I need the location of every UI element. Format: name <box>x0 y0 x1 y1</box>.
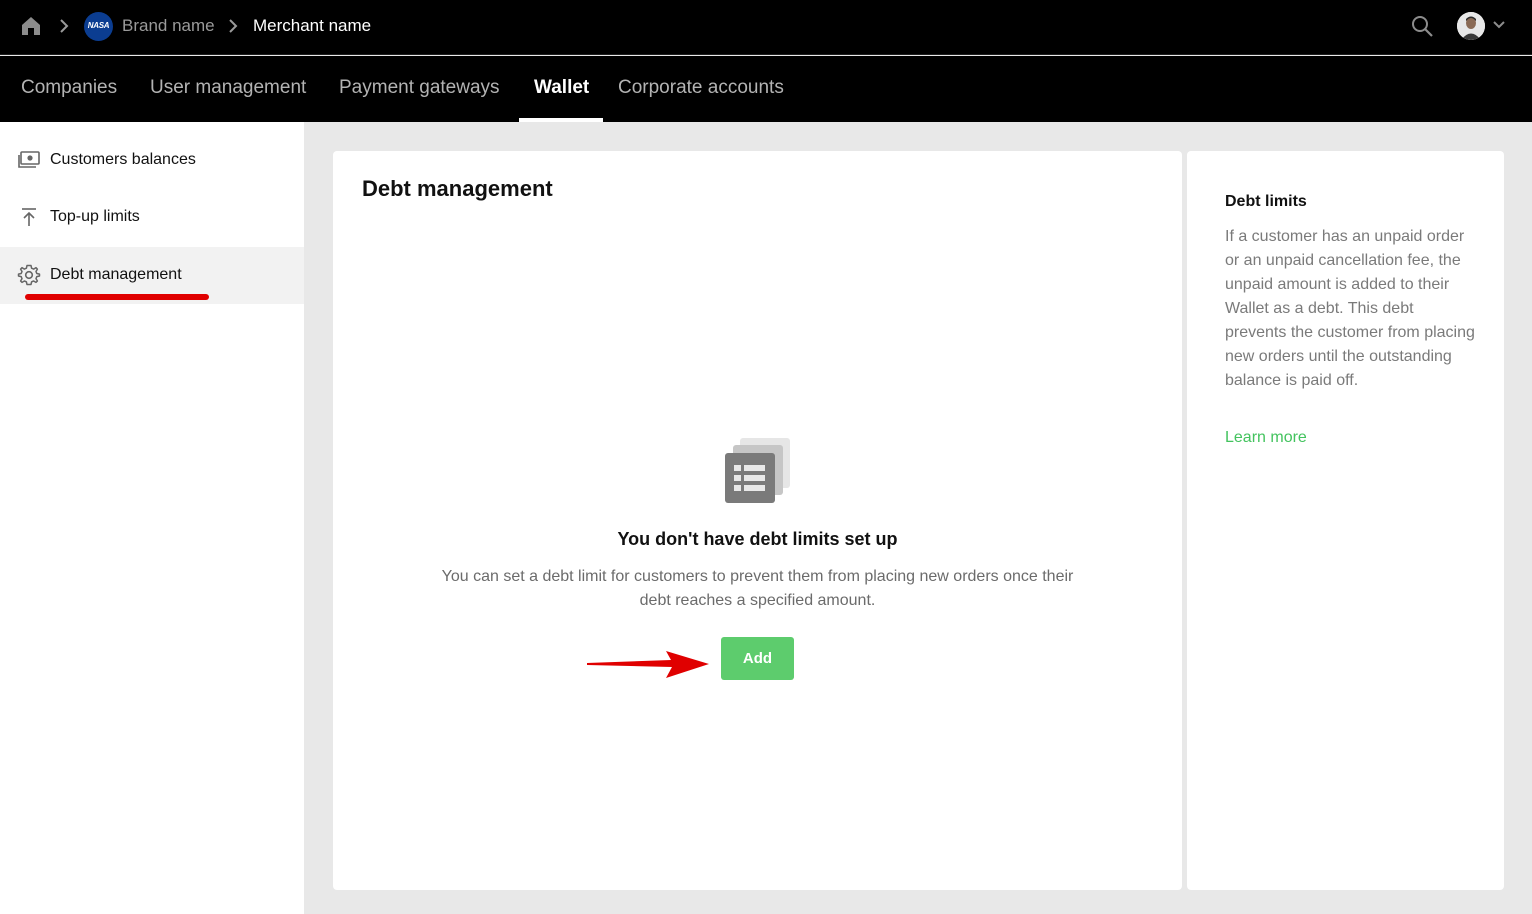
tab-payment-gateways[interactable]: Payment gateways <box>339 77 500 99</box>
active-tab-indicator <box>519 118 603 122</box>
breadcrumb-brand-name[interactable]: Brand name <box>122 16 215 36</box>
avatar-image <box>1457 12 1485 40</box>
main-nav: Companies User management Payment gatewa… <box>0 56 1532 122</box>
annotation-underline <box>25 294 209 300</box>
empty-state-description: You can set a debt limit for customers t… <box>441 568 1074 609</box>
sidebar-item-label: Customers balances <box>50 151 196 168</box>
tab-corporate-accounts[interactable]: Corporate accounts <box>618 77 784 99</box>
tab-companies[interactable]: Companies <box>21 77 117 99</box>
tab-wallet[interactable]: Wallet <box>534 77 589 99</box>
page-title: Debt management <box>362 176 553 201</box>
annotation-arrow-icon <box>587 651 709 678</box>
sidebar-item-label: Top-up limits <box>50 208 140 225</box>
sidebar-item-top-up-limits[interactable]: Top-up limits <box>0 189 304 246</box>
chevron-down-icon[interactable] <box>1492 19 1506 31</box>
home-icon[interactable] <box>19 14 43 38</box>
empty-state-title: You don't have debt limits set up <box>617 529 898 549</box>
brand-logo[interactable]: NASA <box>84 12 113 41</box>
sidebar-item-customers-balances[interactable]: Customers balances <box>0 132 304 189</box>
info-panel: Debt limits If a customer has an unpaid … <box>1187 151 1504 890</box>
info-title: Debt limits <box>1225 193 1307 210</box>
breadcrumb-merchant-name: Merchant name <box>253 16 372 35</box>
chevron-right-icon <box>60 19 69 33</box>
tab-user-management[interactable]: User management <box>150 77 306 99</box>
list-document-icon <box>725 438 790 503</box>
upload-arrow-icon <box>22 208 36 226</box>
brand-logo-text: NASA <box>87 21 110 30</box>
learn-more-link[interactable]: Learn more <box>1225 429 1307 447</box>
search-icon[interactable] <box>1410 14 1434 38</box>
chevron-right-icon <box>229 19 238 33</box>
info-text: If a customer has an unpaid order or an … <box>1225 228 1475 389</box>
debt-management-panel: Debt management You don't have debt limi… <box>333 151 1182 890</box>
add-button[interactable]: Add <box>721 637 794 680</box>
gear-icon <box>17 264 41 286</box>
cash-icon <box>18 151 40 168</box>
avatar[interactable] <box>1457 12 1485 40</box>
sidebar: Customers balances Top-up limits Debt ma… <box>0 122 304 914</box>
top-bar: NASA Brand name Merchant name <box>0 0 1532 55</box>
sidebar-item-label: Debt management <box>50 266 182 283</box>
